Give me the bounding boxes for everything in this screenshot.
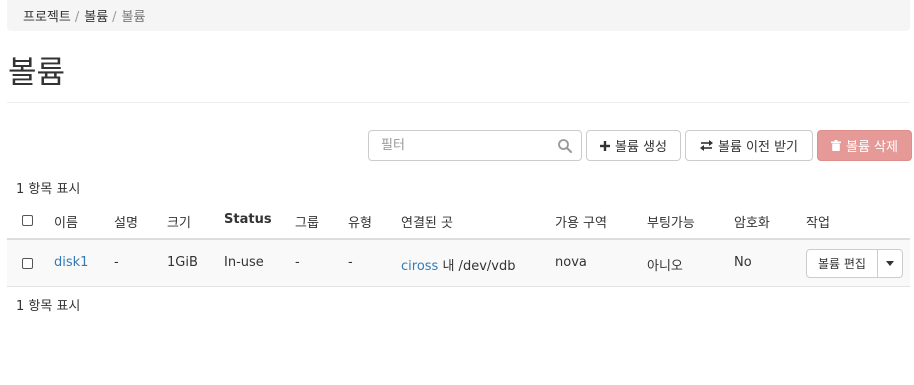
attached-device: 내 /dev/vdb (442, 259, 516, 274)
create-volume-button[interactable]: 볼륨 생성 (586, 130, 681, 161)
breadcrumb-separator: / (74, 10, 80, 25)
breadcrumb: 프로젝트 / 볼륨 / 볼륨 (7, 0, 910, 31)
column-header-actions: 작업 (806, 216, 830, 231)
delete-volume-button[interactable]: 볼륨 삭제 (817, 130, 912, 161)
breadcrumb-project[interactable]: 프로젝트 (23, 10, 71, 25)
cell-status: In-use (224, 255, 264, 270)
item-count: 1 항목 표시 (16, 182, 81, 197)
column-header-description[interactable]: 설명 (114, 212, 138, 231)
breadcrumb-current: 볼륨 (121, 10, 146, 25)
select-all-checkbox[interactable] (22, 215, 33, 226)
column-header-name[interactable]: 이름 (54, 212, 78, 231)
exchange-icon (699, 140, 713, 151)
column-header-size[interactable]: 크기 (167, 212, 191, 231)
delete-volume-label: 볼륨 삭제 (846, 140, 898, 155)
cell-encrypted: No (734, 255, 752, 270)
cell-attached: ciross 내 /dev/vdb (401, 255, 515, 274)
filter-input[interactable] (369, 131, 549, 160)
row-actions: 볼륨 편집 (806, 249, 903, 278)
column-header-type[interactable]: 유형 (348, 212, 372, 231)
cell-type: - (348, 255, 353, 270)
trash-icon (831, 140, 841, 151)
volume-name-link[interactable]: disk1 (54, 255, 88, 270)
breadcrumb-volumes[interactable]: 볼륨 (84, 10, 108, 25)
actions-dropdown-toggle[interactable] (878, 249, 903, 278)
column-header-encrypted[interactable]: 암호화 (734, 212, 770, 231)
edit-volume-button[interactable]: 볼륨 편집 (806, 249, 878, 278)
row-checkbox[interactable] (22, 258, 33, 269)
caret-down-icon (886, 261, 894, 266)
column-header-group[interactable]: 그룹 (295, 212, 319, 231)
breadcrumb-separator: / (112, 10, 117, 25)
search-icon[interactable] (557, 138, 573, 154)
accept-transfer-button[interactable]: 볼륨 이전 받기 (685, 130, 813, 161)
column-header-attached[interactable]: 연결된 곳 (401, 212, 453, 231)
cell-group: - (295, 255, 300, 270)
create-volume-label: 볼륨 생성 (615, 140, 667, 155)
table-bottom-divider (7, 286, 910, 287)
cell-size: 1GiB (167, 255, 198, 270)
cell-zone: nova (555, 255, 587, 270)
column-header-bootable[interactable]: 부팅가능 (647, 212, 695, 231)
filter-box[interactable] (368, 130, 582, 161)
column-header-status[interactable]: Status (224, 212, 272, 227)
column-header-zone[interactable]: 가용 구역 (555, 212, 607, 231)
item-count-footer: 1 항목 표시 (16, 299, 81, 314)
cell-bootable: 아니오 (647, 259, 683, 274)
page-title: 볼륨 (8, 55, 66, 91)
accept-transfer-label: 볼륨 이전 받기 (717, 140, 799, 155)
cell-description: - (114, 255, 119, 270)
plus-icon (600, 140, 610, 151)
attached-instance-link[interactable]: ciross (401, 259, 438, 274)
title-divider (7, 102, 910, 103)
